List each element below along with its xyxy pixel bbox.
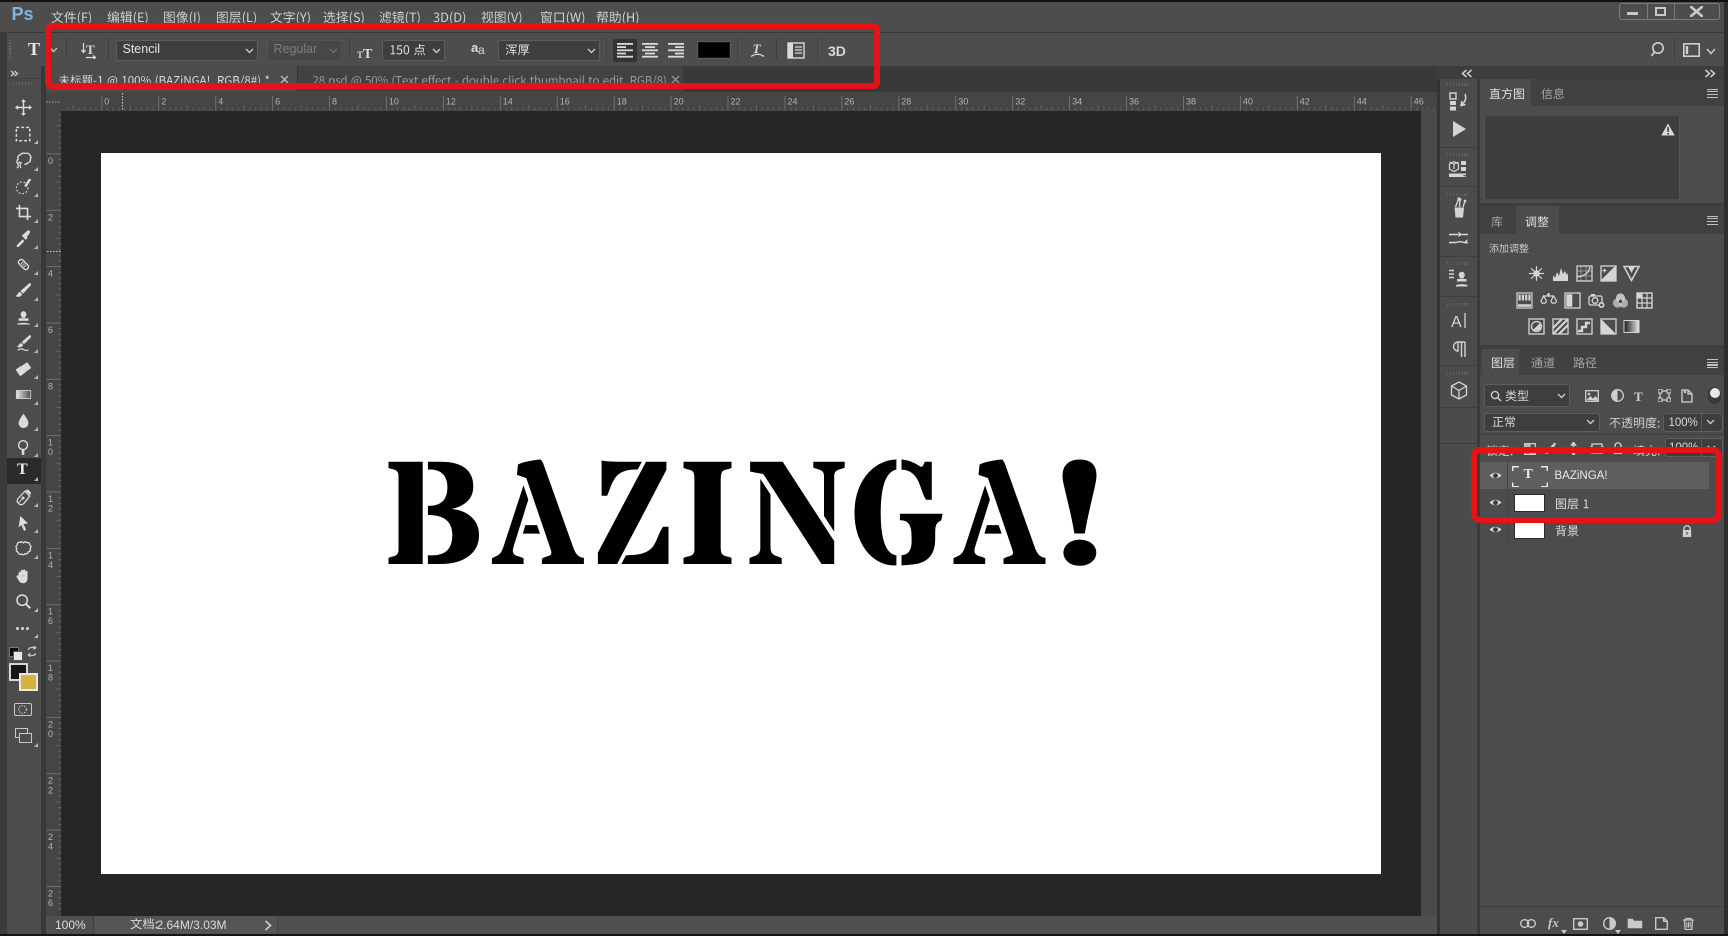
- svg-text:A: A: [1451, 314, 1462, 330]
